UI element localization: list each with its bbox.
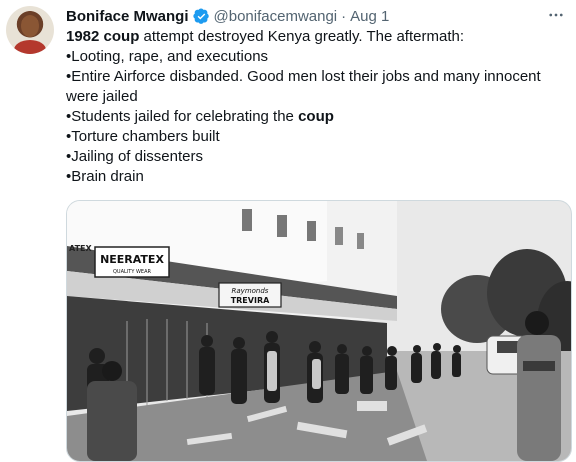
sign-neeratex-sub: QUALITY WEAR xyxy=(113,269,151,275)
sign-neeratex-text: NEERATEX xyxy=(100,253,164,266)
author-handle[interactable]: @bonifacemwangi xyxy=(214,8,338,25)
avatar-shirt xyxy=(14,40,46,54)
author-avatar[interactable] xyxy=(6,6,54,54)
verified-badge-icon xyxy=(192,7,209,24)
hashtag-term[interactable]: 1982 coup xyxy=(66,28,139,45)
street-scene-photo: NEERATEX QUALITY WEAR ATEX Raymonds TREV… xyxy=(67,201,571,461)
author-name[interactable]: Boniface Mwangi xyxy=(66,8,189,25)
hashtag-term[interactable]: coup xyxy=(298,108,334,125)
tweet-line: 1982 coup attempt destroyed Kenya greatl… xyxy=(66,28,464,45)
tweet-photo[interactable]: NEERATEX QUALITY WEAR ATEX Raymonds TREV… xyxy=(66,200,572,462)
tweet-line: •Torture chambers built xyxy=(66,128,220,145)
more-options-icon[interactable] xyxy=(546,5,566,25)
tweet-line: •Jailing of dissenters xyxy=(66,148,203,165)
separator-dot: · xyxy=(341,7,347,25)
tweet-line: •Brain drain xyxy=(66,168,144,185)
shop-sign-neeratex: NEERATEX QUALITY WEAR xyxy=(94,246,170,278)
avatar-face xyxy=(21,15,39,37)
shop-sign-raymonds: Raymonds TREVIRA xyxy=(218,282,282,308)
tweet-line: •Students jailed for celebrating the cou… xyxy=(66,108,334,125)
tweet[interactable]: Boniface Mwangi @bonifacemwangi · Aug 1 … xyxy=(0,0,576,462)
sign-left-text: ATEX xyxy=(69,244,92,253)
tweet-header: Boniface Mwangi @bonifacemwangi · Aug 1 xyxy=(66,6,389,26)
tweet-line: •Looting, rape, and executions xyxy=(66,48,269,65)
tweet-date[interactable]: Aug 1 xyxy=(350,8,389,25)
sign-trevira-text: TREVIRA xyxy=(231,296,270,305)
tweet-text: 1982 coup attempt destroyed Kenya greatl… xyxy=(66,27,566,187)
sign-raymonds-text: Raymonds xyxy=(232,287,269,295)
tweet-line: •Entire Airforce disbanded. Good men los… xyxy=(66,68,541,105)
